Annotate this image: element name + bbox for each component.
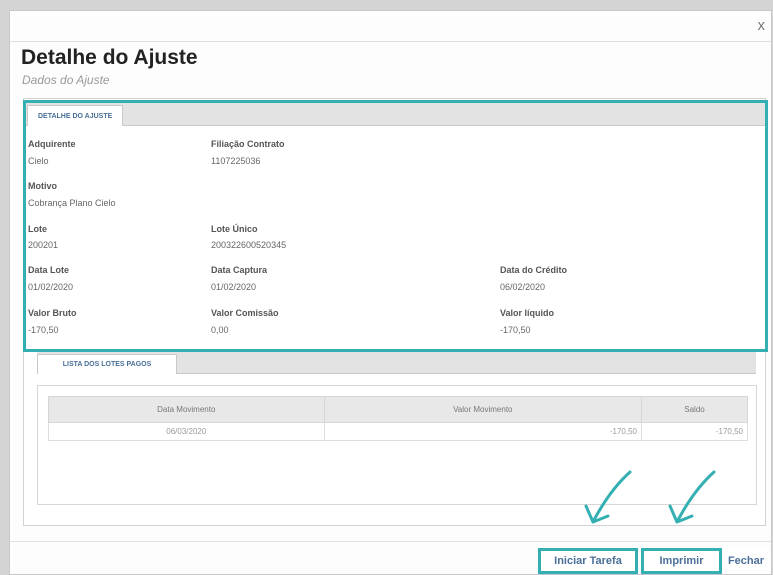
dialog-subtitle: Dados do Ajuste: [22, 73, 110, 87]
annotation-arrow-right-icon: [668, 470, 716, 524]
iniciar-tarefa-button[interactable]: Iniciar Tarefa: [538, 548, 638, 574]
dialog-title: Detalhe do Ajuste: [21, 46, 198, 69]
fechar-button[interactable]: Fechar: [723, 548, 769, 574]
header-divider: [10, 41, 771, 42]
lotes-table: Data Movimento Valor Movimento Saldo 06/…: [48, 396, 749, 441]
close-icon[interactable]: x: [758, 18, 766, 33]
footer-divider: [10, 541, 771, 542]
col-header-valor-movimento[interactable]: Valor Movimento: [323, 396, 642, 423]
cell-saldo: -170,50: [640, 422, 749, 441]
tab-lista-dos-lotes-pagos[interactable]: LISTA DOS LOTES PAGOS: [37, 354, 177, 374]
imprimir-button[interactable]: Imprimir: [641, 548, 722, 574]
detail-highlight-box: [23, 100, 768, 352]
cell-valor-movimento: -170,50: [323, 422, 642, 441]
cell-data-movimento: 06/03/2020: [48, 422, 325, 441]
table-row[interactable]: 06/03/2020 -170,50 -170,50: [48, 422, 749, 441]
annotation-arrow-left-icon: [584, 470, 632, 524]
col-header-saldo[interactable]: Saldo: [640, 396, 749, 423]
table-header-row: Data Movimento Valor Movimento Saldo: [48, 396, 749, 423]
col-header-data-movimento[interactable]: Data Movimento: [48, 396, 325, 423]
